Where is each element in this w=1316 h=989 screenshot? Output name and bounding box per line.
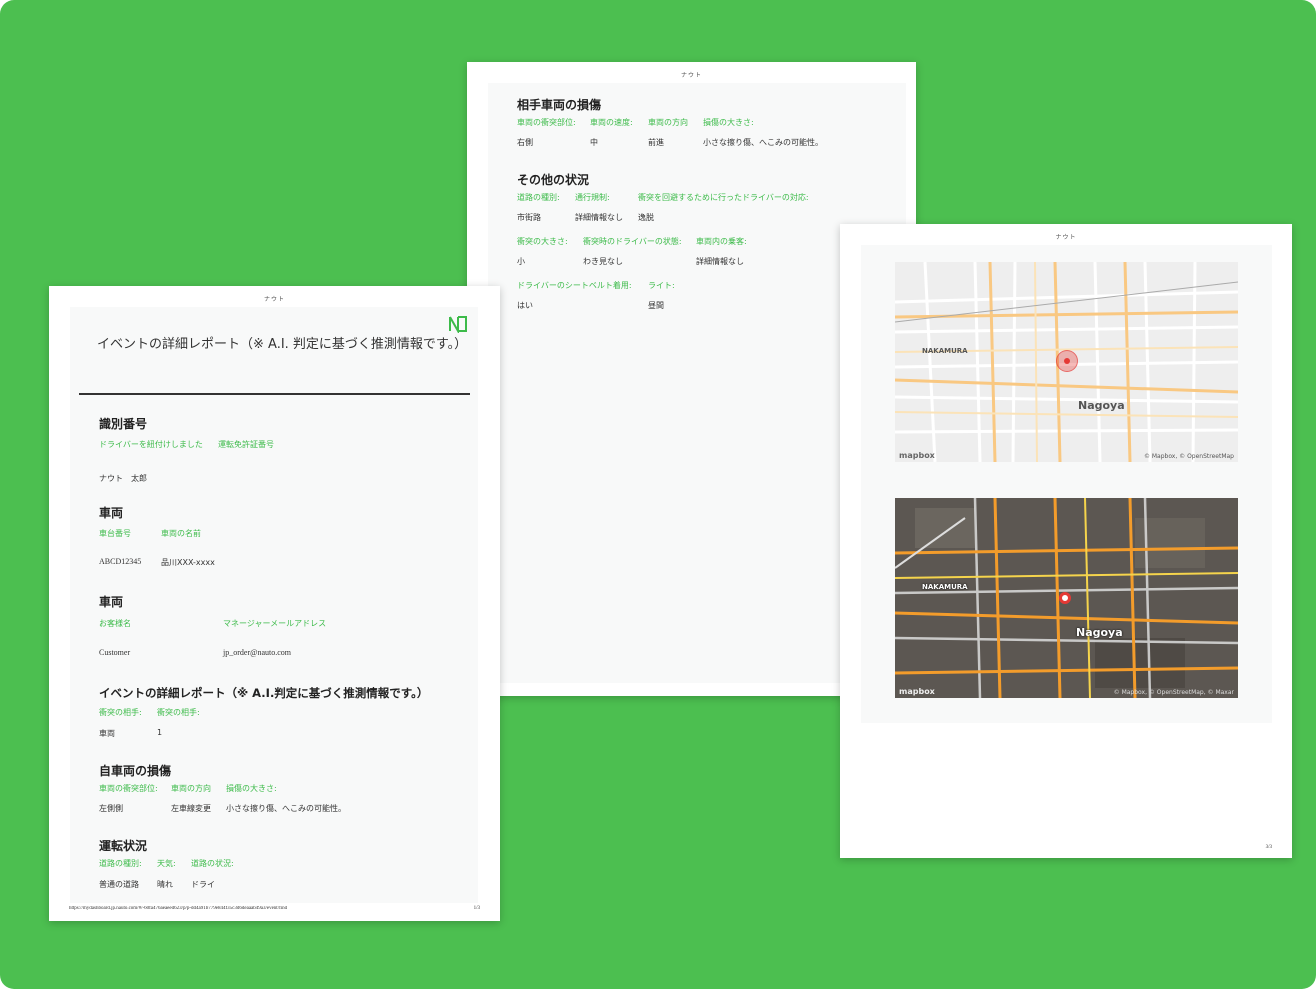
field-value: 小さな擦り傷、へこみの可能性。 — [226, 804, 346, 813]
map-label-nakamura: NAKAMURA — [922, 347, 968, 355]
field-label: 車台番号 — [99, 529, 131, 538]
field-value: 左車線変更 — [171, 804, 211, 813]
field-value: わき見なし — [583, 257, 623, 266]
field-value: 右側 — [517, 138, 533, 147]
field-value: 詳細情報なし — [575, 213, 623, 222]
field-label: お客様名 — [99, 619, 131, 628]
field-value: 左側側 — [99, 804, 123, 813]
report-page-3: ナウト Nagoya NAKAMURA mapbox © Mapbox, © O… — [840, 224, 1292, 858]
page-url[interactable]: https://mydashboard.jp.nauto.com/#/-60fa… — [69, 906, 287, 911]
field-label: 損傷の大きさ: — [703, 118, 754, 127]
field-label: ドライバーのシートベルト着用: — [517, 281, 632, 290]
field-label: ライト: — [648, 281, 675, 290]
field-value: Customer — [99, 648, 131, 657]
page-number: 3/3 — [1265, 845, 1272, 850]
map-label-nakamura: NAKAMURA — [922, 583, 968, 591]
title-divider — [79, 393, 470, 395]
map-credit[interactable]: © Mapbox, © OpenStreetMap, © Maxar — [1114, 689, 1234, 696]
field-label: 損傷の大きさ: — [226, 784, 277, 793]
section-title-other-damage: 相手車両の損傷 — [517, 98, 602, 112]
field-value: 小さな擦り傷、へこみの可能性。 — [703, 138, 823, 147]
mapbox-logo: mapbox — [899, 687, 935, 696]
field-label: ドライバーを紐付けしました — [99, 440, 203, 449]
field-label: 車両の速度: — [590, 118, 633, 127]
page-number: 1/3 — [473, 906, 480, 911]
section-title-event-detail: イベントの詳細レポート（※ A.I.判定に基づく推測情報です。） — [99, 686, 429, 700]
field-label: 衝突を回避するために行ったドライバーの対応: — [638, 193, 809, 202]
field-value: ドライ — [191, 880, 215, 889]
field-label: マネージャーメールアドレス — [223, 619, 327, 628]
nauto-logo-icon — [449, 316, 467, 333]
report-page-1: ナウト イベントの詳細レポート（※ A.I. 判定に基づく推測情報です。） 識別… — [49, 286, 500, 921]
field-label: 車両の方向 — [648, 118, 688, 127]
field-label: 車両の方向 — [171, 784, 211, 793]
field-label: 車両の名前 — [161, 529, 201, 538]
field-value: 普通の道路 — [99, 880, 139, 889]
section-title-identification: 識別番号 — [99, 417, 148, 431]
section-title-vehicle: 車両 — [99, 506, 124, 520]
field-value: 中 — [590, 138, 598, 147]
street-map[interactable]: Nagoya NAKAMURA mapbox © Mapbox, © OpenS… — [895, 262, 1238, 462]
field-value: 小 — [517, 257, 525, 266]
field-value: 昼間 — [648, 301, 664, 310]
field-value: 車両 — [99, 729, 115, 738]
field-value: 1 — [157, 728, 163, 737]
field-value: ABCD12345 — [99, 557, 142, 566]
field-label: 車両の衝突部位: — [517, 118, 576, 127]
page-1-content: イベントの詳細レポート（※ A.I. 判定に基づく推測情報です。） 識別番号 ド… — [70, 307, 478, 903]
page-header-brand: ナウト — [1055, 234, 1077, 241]
field-label: 道路の種別: — [517, 193, 560, 202]
field-label: 通行規制: — [575, 193, 610, 202]
satellite-map[interactable]: Nagoya NAKAMURA mapbox © Mapbox, © OpenS… — [895, 498, 1238, 698]
field-value: 品川XXX-xxxx — [161, 558, 215, 567]
page-header-brand: ナウト — [263, 296, 285, 303]
page-3-content: Nagoya NAKAMURA mapbox © Mapbox, © OpenS… — [861, 245, 1272, 723]
report-title: イベントの詳細レポート（※ A.I. 判定に基づく推測情報です。） — [97, 337, 468, 352]
map-credit[interactable]: © Mapbox, © OpenStreetMap — [1144, 453, 1234, 460]
field-label: 衝突時のドライバーの状態: — [583, 237, 682, 246]
section-title-driving-status: 運転状況 — [99, 839, 148, 853]
event-location-dot — [1064, 358, 1070, 364]
mapbox-logo: mapbox — [899, 451, 935, 460]
field-label: 運転免許証番号 — [218, 440, 274, 449]
section-title-other-status: その他の状況 — [517, 173, 590, 187]
field-label: 衝突の相手: — [157, 708, 200, 717]
section-title-vehicle: 車両 — [99, 595, 124, 609]
field-label: 車両内の乗客: — [696, 237, 747, 246]
field-value: 晴れ — [157, 880, 173, 889]
map-label-nagoya: Nagoya — [1078, 399, 1125, 412]
field-value: 前進 — [648, 138, 664, 147]
field-value: 逸脱 — [638, 213, 654, 222]
field-value: 詳細情報なし — [696, 257, 744, 266]
field-value: 市街路 — [517, 213, 541, 222]
field-value: はい — [517, 301, 533, 310]
field-label: 衝突の相手: — [99, 708, 142, 717]
event-location-pin[interactable] — [1059, 592, 1071, 604]
field-label: 天気: — [157, 859, 176, 868]
field-label: 道路の状況: — [191, 859, 234, 868]
field-value: jp_order@nauto.com — [223, 648, 292, 657]
field-value: ナウト 太郎 — [99, 474, 147, 483]
field-label: 衝突の大きさ: — [517, 237, 568, 246]
field-label: 車両の衝突部位: — [99, 784, 158, 793]
page-header-brand: ナウト — [680, 72, 702, 79]
map-label-nagoya: Nagoya — [1076, 626, 1123, 639]
section-title-own-damage: 自車両の損傷 — [99, 764, 172, 778]
field-label: 道路の種別: — [99, 859, 142, 868]
